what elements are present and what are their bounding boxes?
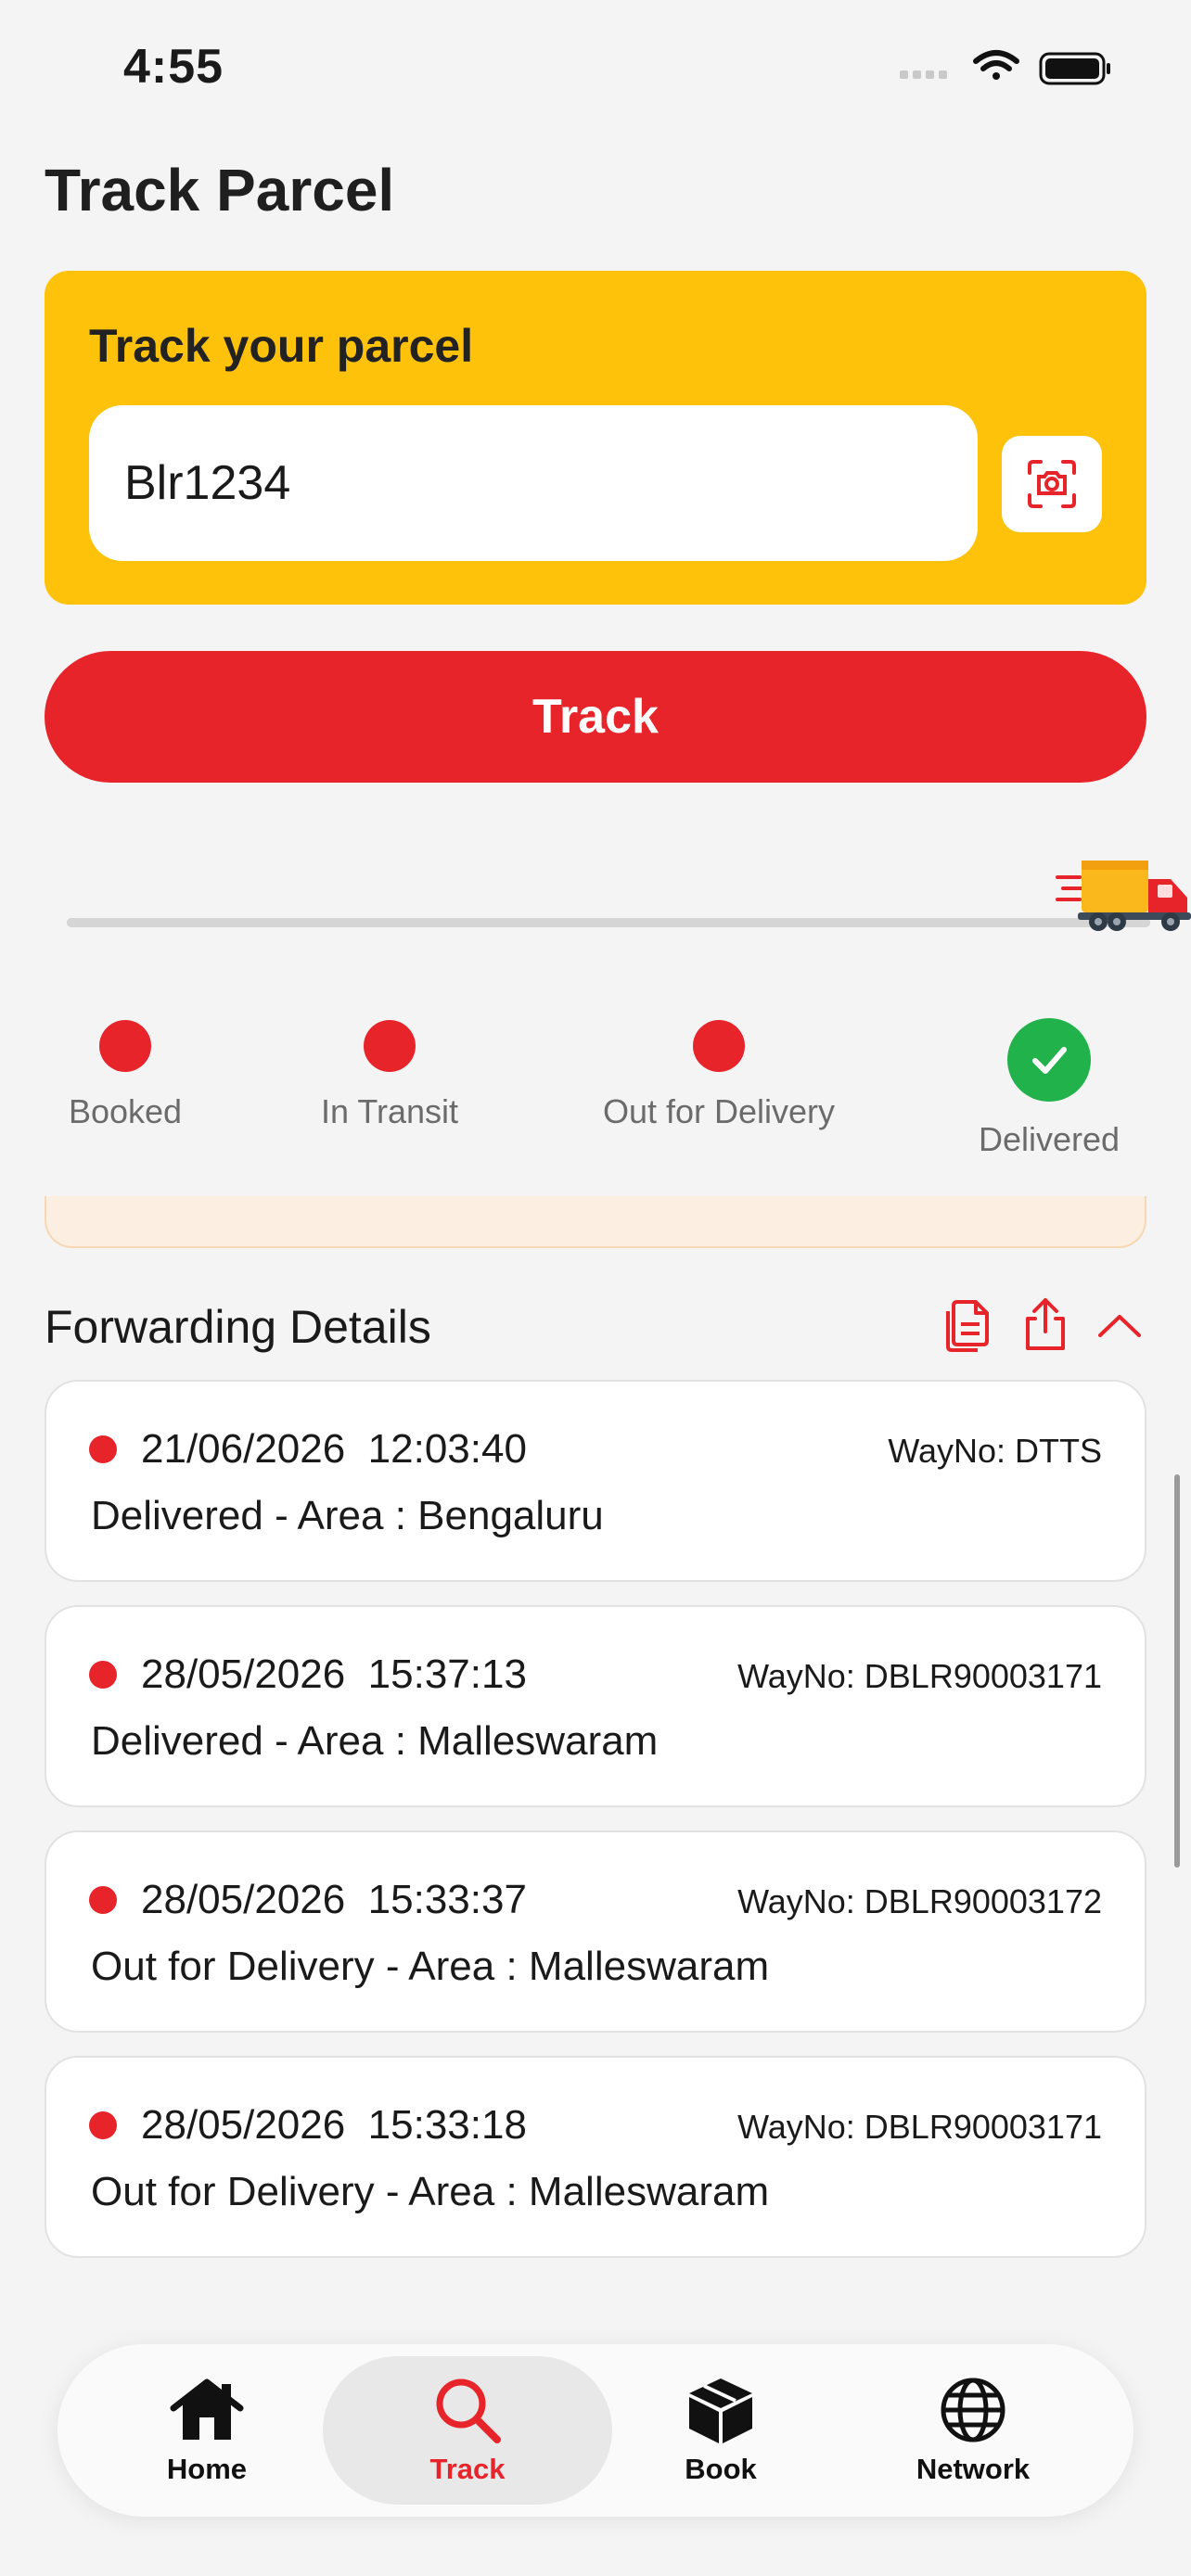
progress-bar xyxy=(67,918,1150,927)
nav-track[interactable]: Track xyxy=(323,2356,612,2505)
entry-wayno: WayNo: DTTS xyxy=(888,1432,1102,1470)
battery-icon xyxy=(1039,52,1110,85)
forwarding-entry: 28/05/2026 15:37:13 WayNo: DBLR90003171 … xyxy=(45,1605,1146,1807)
chevron-up-icon xyxy=(1098,1315,1141,1337)
page-title: Track Parcel xyxy=(45,157,395,223)
entry-wayno: WayNo: DBLR90003171 xyxy=(737,1657,1102,1695)
forwarding-entry: 21/06/2026 12:03:40 WayNo: DTTS Delivere… xyxy=(45,1380,1146,1582)
stage-dot xyxy=(364,1020,416,1072)
entry-status: Out for Delivery - Area : Malleswaram xyxy=(91,2169,770,2214)
copy-button[interactable] xyxy=(939,1294,996,1356)
nav-label: Track xyxy=(429,2453,506,2485)
nav-book[interactable]: Book xyxy=(596,2344,846,2517)
entry-datetime: 28/05/2026 15:33:37 xyxy=(141,1877,527,1922)
stage-label: In Transit xyxy=(320,1092,459,1130)
nav-label: Home xyxy=(166,2453,248,2485)
stage-dot xyxy=(693,1020,745,1072)
stage-out-for-delivery: Out for Delivery xyxy=(580,1020,858,1131)
stage-dot xyxy=(99,1020,151,1072)
track-card: Track your parcel xyxy=(45,271,1146,605)
stage-label: Delivered xyxy=(978,1120,1121,1158)
scan-button[interactable] xyxy=(1002,436,1102,532)
share-icon xyxy=(1026,1298,1065,1350)
home-icon xyxy=(168,2375,246,2445)
track-button[interactable]: Track xyxy=(45,651,1146,783)
status-dot xyxy=(89,1886,117,1914)
progress-fill xyxy=(67,918,1150,927)
entry-status: Out for Delivery - Area : Malleswaram xyxy=(91,1944,770,1989)
wifi-icon xyxy=(973,50,1019,80)
nav-label: Network xyxy=(916,2453,1031,2485)
collapsed-panel-edge xyxy=(45,1196,1146,1248)
status-dot xyxy=(89,1661,117,1689)
stage-delivered: Delivered xyxy=(910,1018,1188,1159)
nav-home[interactable]: Home xyxy=(82,2344,332,2517)
stage-label: Out for Delivery xyxy=(602,1092,836,1130)
delivery-truck-icon xyxy=(1056,861,1191,931)
entry-wayno: WayNo: DBLR90003172 xyxy=(737,1882,1102,1920)
status-dot xyxy=(89,1435,117,1463)
signal-icon xyxy=(900,70,947,79)
forwarding-entry: 28/05/2026 15:33:37 WayNo: DBLR90003172 … xyxy=(45,1830,1146,2033)
globe-icon xyxy=(934,2375,1012,2445)
copy-icon xyxy=(946,1300,989,1352)
search-icon xyxy=(429,2375,506,2445)
share-button[interactable] xyxy=(1017,1294,1074,1356)
box-icon xyxy=(682,2375,760,2445)
stage-in-transit: In Transit xyxy=(250,1020,529,1131)
forwarding-title: Forwarding Details xyxy=(45,1301,431,1353)
check-icon xyxy=(1007,1018,1091,1102)
status-time: 4:55 xyxy=(123,40,224,94)
entry-wayno: WayNo: DBLR90003171 xyxy=(737,2108,1102,2146)
entry-datetime: 28/05/2026 15:33:18 xyxy=(141,2102,527,2148)
stage-booked: Booked xyxy=(0,1020,264,1131)
collapse-button[interactable] xyxy=(1091,1294,1148,1356)
entry-status: Delivered - Area : Malleswaram xyxy=(91,1718,659,1764)
stage-label: Booked xyxy=(68,1092,183,1130)
scrollbar[interactable] xyxy=(1174,1474,1180,1868)
bottom-nav: Home Track Book Network xyxy=(58,2344,1133,2517)
forwarding-entry: 28/05/2026 15:33:18 WayNo: DBLR90003171 … xyxy=(45,2056,1146,2258)
nav-network[interactable]: Network xyxy=(848,2344,1098,2517)
entry-datetime: 28/05/2026 15:37:13 xyxy=(141,1651,527,1697)
nav-label: Book xyxy=(685,2453,757,2485)
camera-scan-icon xyxy=(1028,460,1076,508)
entry-status: Delivered - Area : Bengaluru xyxy=(91,1493,604,1538)
status-dot xyxy=(89,2111,117,2139)
entry-datetime: 21/06/2026 12:03:40 xyxy=(141,1426,527,1472)
status-icons xyxy=(900,50,1110,85)
tracking-number-input[interactable] xyxy=(89,405,978,561)
track-card-title: Track your parcel xyxy=(89,320,474,372)
